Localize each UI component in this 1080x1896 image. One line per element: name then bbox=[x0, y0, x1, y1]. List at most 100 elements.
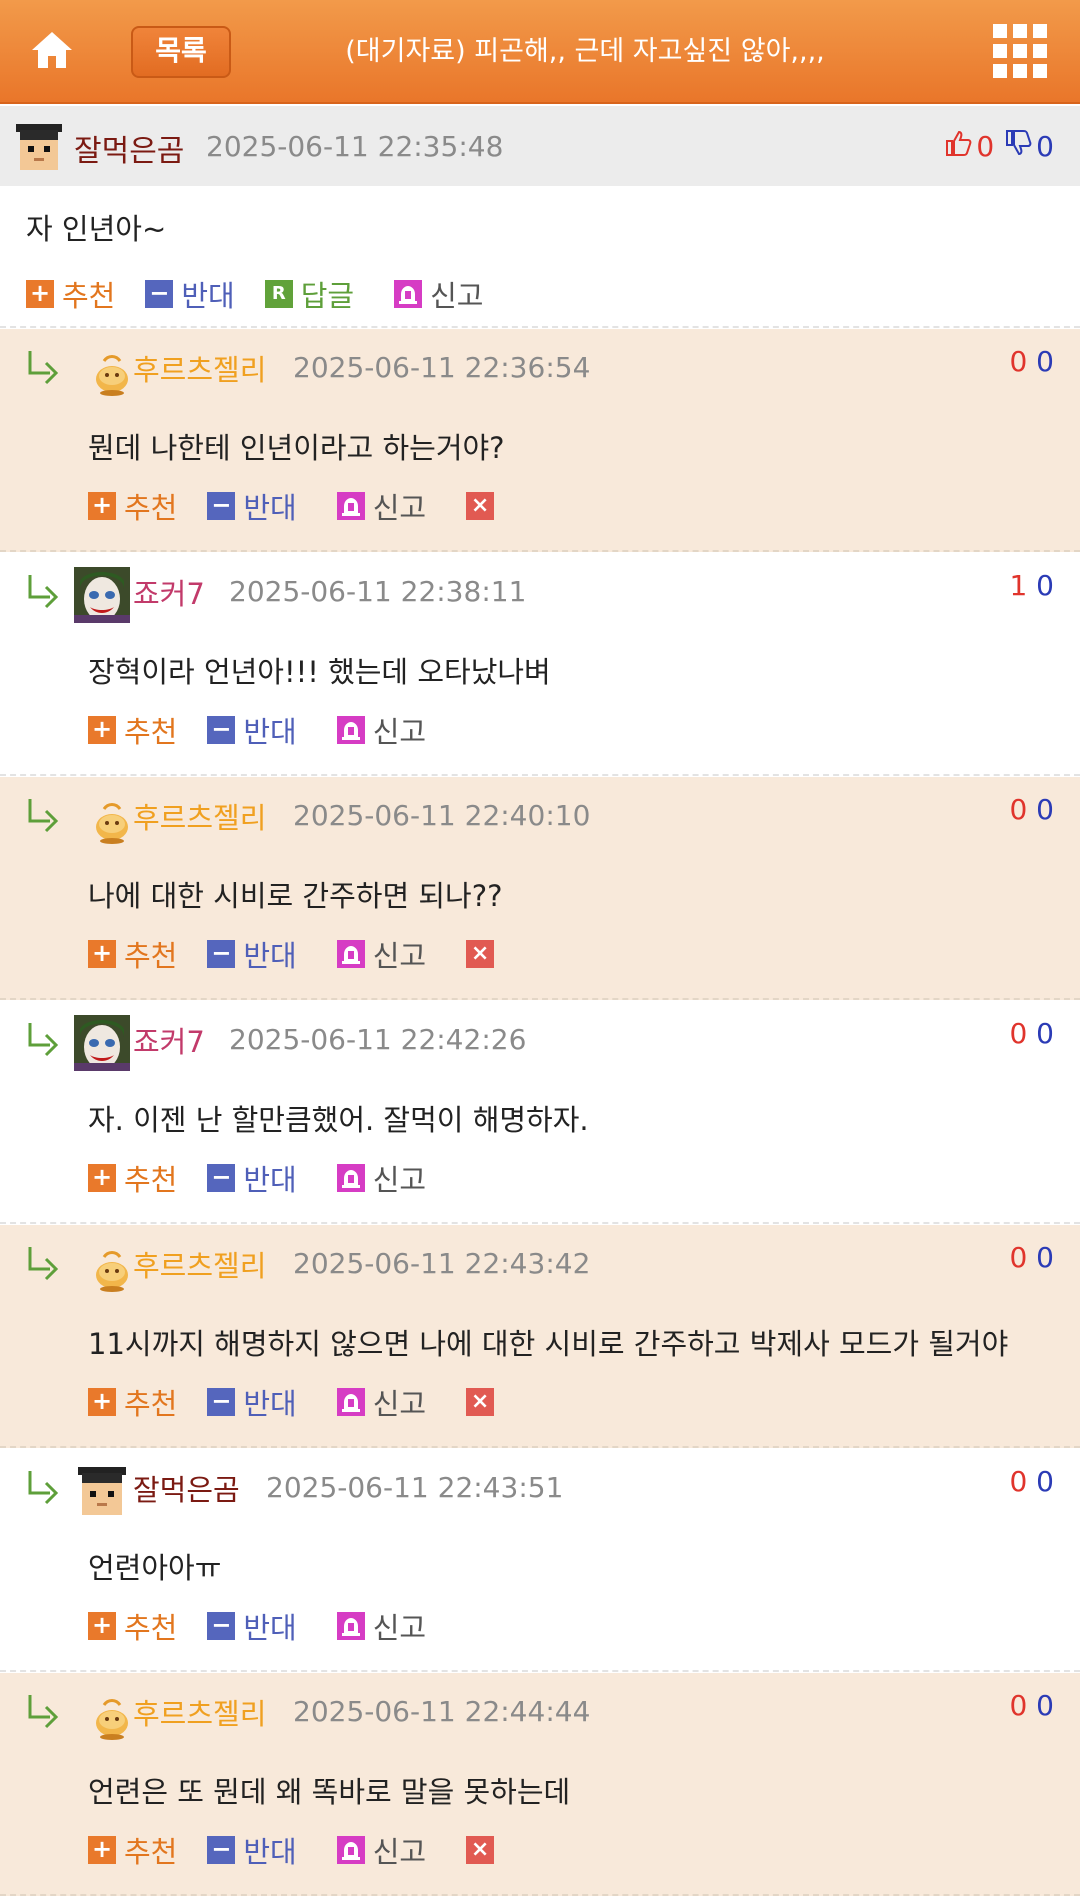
comment-down-count[interactable]: 0 bbox=[1036, 1465, 1054, 1498]
comment-down-count[interactable]: 0 bbox=[1036, 345, 1054, 378]
post-text: 자 인년아~ bbox=[26, 212, 167, 246]
oppose-button[interactable]: − 반대 bbox=[145, 273, 235, 315]
post-actions: + 추천 − 반대 R 답글 신고 bbox=[26, 274, 514, 314]
jelly-avatar bbox=[82, 343, 138, 399]
comment-down-count[interactable]: 0 bbox=[1036, 1689, 1054, 1722]
comment-actions: + 추천 − 반대 신고 bbox=[88, 1606, 466, 1646]
jelly-avatar bbox=[82, 1239, 138, 1295]
reply-button[interactable]: R 답글 bbox=[264, 273, 354, 315]
comment-text: 나에 대한 시비로 간주하면 되나?? bbox=[88, 879, 503, 913]
report-button[interactable]: 신고 bbox=[394, 273, 484, 315]
reply-arrow-icon bbox=[24, 1245, 60, 1281]
comment-author[interactable]: 후르츠젤리 bbox=[133, 795, 266, 837]
oppose-button[interactable]: − 반대 bbox=[207, 1829, 297, 1871]
oppose-button[interactable]: − 반대 bbox=[207, 709, 297, 751]
comment-author[interactable]: 죠커7 bbox=[133, 571, 205, 613]
oppose-button[interactable]: − 반대 bbox=[207, 933, 297, 975]
comment-actions: + 추천 − 반대 신고 × bbox=[88, 486, 502, 526]
oppose-button[interactable]: − 반대 bbox=[207, 485, 297, 527]
post-author[interactable]: 잘먹은곰 bbox=[74, 126, 184, 170]
delete-icon[interactable]: × bbox=[466, 1836, 495, 1864]
post-header: 잘먹은곰 2025-06-11 22:35:48 0 0 bbox=[0, 106, 1080, 186]
thumbs-up-icon[interactable] bbox=[944, 129, 972, 164]
comment-up-count[interactable]: 0 bbox=[1009, 1017, 1027, 1050]
minus-icon: − bbox=[207, 1836, 236, 1864]
minus-icon: − bbox=[145, 280, 174, 308]
reply-arrow-icon bbox=[24, 1469, 60, 1505]
comment-up-count[interactable]: 0 bbox=[1009, 345, 1027, 378]
reply-arrow-icon bbox=[24, 1693, 60, 1729]
siren-icon bbox=[336, 940, 365, 968]
report-button[interactable]: 신고 bbox=[336, 1157, 426, 1199]
recommend-button[interactable]: + 추천 bbox=[88, 933, 177, 975]
reply-arrow-icon bbox=[24, 573, 60, 609]
recommend-button[interactable]: + 추천 bbox=[26, 273, 115, 315]
post-body: 자 인년아~ + 추천 − 반대 R 답글 신고 bbox=[0, 186, 1080, 328]
recommend-button[interactable]: + 추천 bbox=[88, 709, 177, 751]
comment-row: 후르츠젤리 2025-06-11 22:40:10 0 0 나에 대한 시비로 간주하… bbox=[0, 777, 1080, 1000]
post-date: 2025-06-11 22:35:48 bbox=[206, 130, 504, 163]
comment-row: 후르츠젤리 2025-06-11 22:43:42 0 0 11시까지 해명하지 않으… bbox=[0, 1225, 1080, 1448]
comment-author[interactable]: 죠커7 bbox=[133, 1019, 205, 1061]
comment-down-count[interactable]: 0 bbox=[1036, 1017, 1054, 1050]
comment-row: 후르츠젤리 2025-06-11 22:44:44 0 0 언련은 또 뭔데 왜 똑바… bbox=[0, 1673, 1080, 1896]
home-icon[interactable] bbox=[28, 26, 76, 74]
comment-down-count[interactable]: 0 bbox=[1036, 569, 1054, 602]
comment-votes: 0 0 bbox=[1009, 1465, 1054, 1498]
menu-grid-icon[interactable] bbox=[993, 24, 1049, 80]
comment-author[interactable]: 후르츠젤리 bbox=[133, 1243, 266, 1285]
report-button[interactable]: 신고 bbox=[336, 485, 426, 527]
joker-avatar bbox=[74, 1015, 130, 1071]
report-button[interactable]: 신고 bbox=[336, 1605, 426, 1647]
oppose-button[interactable]: − 반대 bbox=[207, 1381, 297, 1423]
comment-up-count[interactable]: 1 bbox=[1009, 569, 1027, 602]
comment-row: 죠커7 2025-06-11 22:42:26 0 0 자. 이젠 난 할만큼했어. … bbox=[0, 1001, 1080, 1224]
oppose-button[interactable]: − 반대 bbox=[207, 1605, 297, 1647]
plus-icon: + bbox=[26, 280, 54, 308]
thumbs-down-icon[interactable] bbox=[1004, 129, 1032, 164]
comment-row: 죠커7 2025-06-11 22:38:11 1 0 장혁이라 언년아!!! 했는데… bbox=[0, 553, 1080, 776]
recommend-button[interactable]: + 추천 bbox=[88, 1157, 177, 1199]
report-button[interactable]: 신고 bbox=[336, 933, 426, 975]
plus-icon: + bbox=[88, 1388, 116, 1416]
top-bar: 목록 (대기자료) 피곤해,, 근데 자고싶진 않아,,,, bbox=[0, 0, 1080, 104]
comment-up-count[interactable]: 0 bbox=[1009, 1241, 1027, 1274]
comment-author[interactable]: 후르츠젤리 bbox=[133, 1691, 266, 1733]
comment-down-count[interactable]: 0 bbox=[1036, 1241, 1054, 1274]
report-button[interactable]: 신고 bbox=[336, 709, 426, 751]
page-title: (대기자료) 피곤해,, 근데 자고싶진 않아,,,, bbox=[345, 36, 825, 67]
recommend-button[interactable]: + 추천 bbox=[88, 1605, 177, 1647]
report-button[interactable]: 신고 bbox=[336, 1829, 426, 1871]
delete-icon[interactable]: × bbox=[466, 1388, 495, 1416]
recommend-button[interactable]: + 추천 bbox=[88, 1381, 177, 1423]
minus-icon: − bbox=[207, 716, 236, 744]
comment-votes: 0 0 bbox=[1009, 345, 1054, 378]
comment-up-count[interactable]: 0 bbox=[1009, 1689, 1027, 1722]
plus-icon: + bbox=[88, 940, 116, 968]
recommend-button[interactable]: + 추천 bbox=[88, 485, 177, 527]
bear-avatar bbox=[74, 1463, 130, 1519]
siren-icon bbox=[336, 1612, 365, 1640]
delete-icon[interactable]: × bbox=[466, 940, 495, 968]
comment-row: 후르츠젤리 2025-06-11 22:36:54 0 0 뭔데 나한테 인년이라고 … bbox=[0, 329, 1080, 552]
comment-author[interactable]: 잘먹은곰 bbox=[133, 1467, 240, 1509]
comment-votes: 0 0 bbox=[1009, 1241, 1054, 1274]
oppose-button[interactable]: − 반대 bbox=[207, 1157, 297, 1199]
list-button[interactable]: 목록 bbox=[131, 26, 231, 78]
comment-text: 장혁이라 언년아!!! 했는데 오타났나벼 bbox=[88, 655, 551, 689]
comment-author[interactable]: 후르츠젤리 bbox=[133, 347, 266, 389]
comment-votes: 0 0 bbox=[1009, 1017, 1054, 1050]
comment-text: 언련은 또 뭔데 왜 똑바로 말을 못하는데 bbox=[88, 1775, 571, 1809]
comment-actions: + 추천 − 반대 신고 × bbox=[88, 1382, 502, 1422]
comment-up-count[interactable]: 0 bbox=[1009, 1465, 1027, 1498]
reply-arrow-icon bbox=[24, 349, 60, 385]
comment-up-count[interactable]: 0 bbox=[1009, 793, 1027, 826]
comment-text: 11시까지 해명하지 않으면 나에 대한 시비로 간주하고 박제사 모드가 될거… bbox=[88, 1327, 1009, 1361]
minus-icon: − bbox=[207, 1164, 236, 1192]
comment-down-count[interactable]: 0 bbox=[1036, 793, 1054, 826]
comment-actions: + 추천 − 반대 신고 bbox=[88, 1158, 466, 1198]
recommend-button[interactable]: + 추천 bbox=[88, 1829, 177, 1871]
delete-icon[interactable]: × bbox=[466, 492, 495, 520]
report-button[interactable]: 신고 bbox=[336, 1381, 426, 1423]
comment-votes: 0 0 bbox=[1009, 793, 1054, 826]
